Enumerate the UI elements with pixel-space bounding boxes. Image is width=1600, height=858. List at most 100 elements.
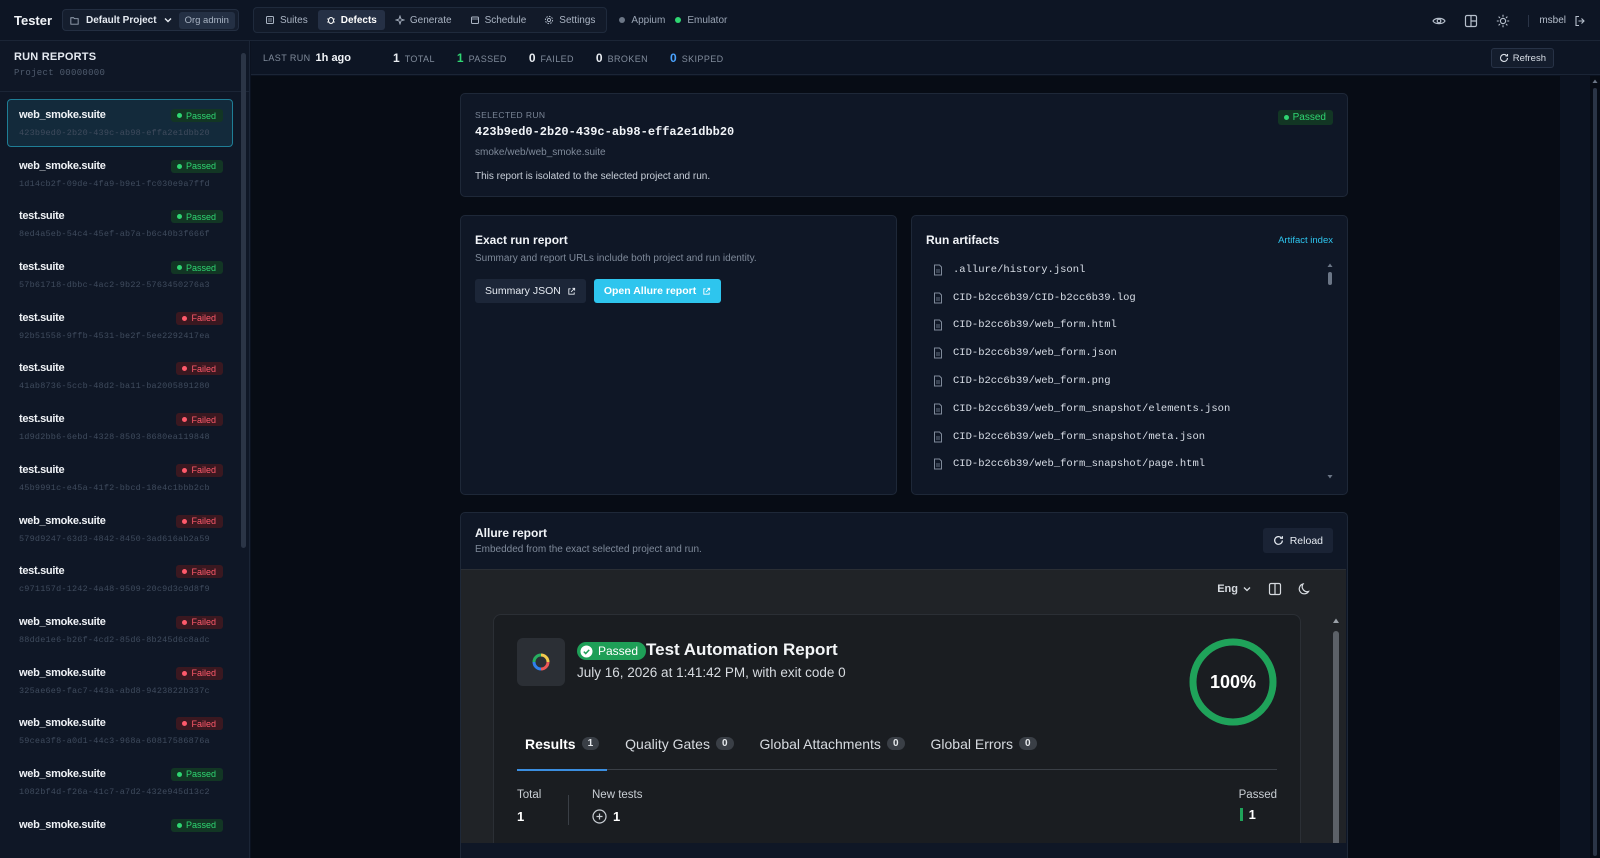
run-list-item[interactable]: web_smoke.suite 325ae6e9-fac7-443a-abd8-9… <box>7 657 233 705</box>
allure-tab-quality-gates[interactable]: Quality Gates 0 <box>617 718 741 770</box>
run-list-item[interactable]: web_smoke.suite 59cea3f8-a0d1-44c3-968a-6… <box>7 707 233 755</box>
calendar-icon <box>470 16 479 24</box>
panel-layout-icon[interactable] <box>1464 14 1478 28</box>
run-status-badge: Passed <box>170 767 223 781</box>
run-status-badge: Failed <box>176 413 223 427</box>
selected-run-status-badge: Passed <box>1277 110 1333 125</box>
allure-report-subtitle: Embedded from the exact selected project… <box>475 544 702 555</box>
run-list-item[interactable]: test.suite c971157d-1242-4a48-9509-20c9d3… <box>7 555 233 603</box>
run-id: 92b51558-9ffb-4531-be2f-5ee2292417ea <box>19 330 210 341</box>
run-list-item[interactable]: web_smoke.suite 423b9ed0-2b20-439c-ab98-e… <box>7 99 233 147</box>
run-list-item[interactable]: web_smoke.suite 1d14cb2f-09de-4fa9-b9e1-f… <box>7 150 233 198</box>
appium-status-dot <box>619 17 626 23</box>
run-id: 59cea3f8-a0d1-44c3-968a-60817586876a <box>19 736 210 747</box>
appium-label: Appium <box>631 14 666 26</box>
artifact-item[interactable]: CID-b2cc6b39/web_form_snapshot/elements.… <box>933 395 1318 423</box>
language-selector[interactable]: Eng <box>1217 583 1252 595</box>
allure-status-badge: Passed <box>577 642 647 660</box>
artifact-item[interactable]: CID-b2cc6b39/web_form.json <box>933 339 1318 367</box>
chevron-down-icon <box>164 18 172 23</box>
run-list-item[interactable]: test.suite 1d9d2bb6-6ebd-4328-8503-8680ea… <box>7 403 233 451</box>
run-status-badge: Failed <box>176 463 223 477</box>
moon-icon[interactable] <box>1298 582 1312 596</box>
run-status-badge: Failed <box>176 615 223 629</box>
brand-logo[interactable]: Tester <box>14 13 62 28</box>
stat-counters: 1 TOTAL 1 PASSED 0 FAILED 0 BROKEN 0 SKIPPED <box>351 51 724 65</box>
nav-settings[interactable]: Settings <box>536 10 603 30</box>
allure-report-title: Allure report <box>475 526 548 540</box>
selected-run-note: This report is isolated to the selected … <box>475 171 711 182</box>
run-list: web_smoke.suite 423b9ed0-2b20-439c-ab98-e… <box>7 99 233 858</box>
metric-divider <box>568 795 569 825</box>
sun-icon[interactable] <box>1496 14 1510 28</box>
project-selector[interactable]: Default Project Org admin <box>62 9 239 31</box>
run-id: c971157d-1242-4a48-9509-20c9d3c9d8f9 <box>19 584 210 595</box>
emulator-status-dot <box>675 17 682 23</box>
run-list-item[interactable]: test.suite 8ed4a5eb-54c4-45ef-ab7a-b6c40b… <box>7 200 233 248</box>
selected-run-path: smoke/web/web_smoke.suite <box>475 147 606 158</box>
run-status-badge: Passed <box>170 261 223 275</box>
run-id: 423b9ed0-2b20-439c-ab98-effa2e1dbb20 <box>19 128 210 138</box>
run-summary-bar: LAST RUN 1h ago 1 TOTAL 1 PASSED 0 FAILED 0 BRO… <box>251 41 1600 75</box>
layout-toggle-icon[interactable] <box>1268 582 1282 596</box>
sidebar-scrollbar[interactable] <box>241 53 246 548</box>
passed-bar <box>1239 808 1243 821</box>
external-link-icon <box>703 287 711 295</box>
device-status: Appium Emulator <box>619 15 727 26</box>
allure-tab-global-errors[interactable]: Global Errors 0 <box>923 718 1045 770</box>
top-bar: Tester Default Project Org admin Suites … <box>0 0 1600 41</box>
main-content: SELECTED RUN 423b9ed0-2b20-439c-ab98-eff… <box>251 76 1560 858</box>
run-list-item[interactable]: test.suite 45b9991c-e45a-41f2-bbcd-18e4c1… <box>7 454 233 502</box>
refresh-button[interactable]: Refresh <box>1490 48 1554 68</box>
chevron-down-icon <box>1243 587 1251 592</box>
main-scrollbar[interactable] <box>1590 76 1600 858</box>
allure-frame-scrollbar[interactable] <box>1332 616 1340 843</box>
allure-tab-results[interactable]: Results 1 <box>517 718 608 771</box>
run-id: 579d9247-63d3-4842-8450-3ad616ab2a59 <box>19 533 210 544</box>
run-list-item[interactable]: test.suite 41ab8736-5ccb-48d2-ba11-ba2005… <box>7 352 233 400</box>
run-id: 1d9d2bb6-6ebd-4328-8503-8680ea119848 <box>19 432 210 443</box>
allure-toolbar: Eng <box>1217 582 1312 596</box>
selected-run-card: SELECTED RUN 423b9ed0-2b20-439c-ab98-eff… <box>460 93 1348 197</box>
run-status-badge: Failed <box>176 565 223 579</box>
reload-button[interactable]: Reload <box>1262 528 1333 553</box>
open-allure-report-button[interactable]: Open Allure report <box>593 279 722 303</box>
eye-icon[interactable] <box>1432 14 1447 28</box>
user-menu[interactable]: msbel <box>1528 14 1586 27</box>
logout-icon[interactable] <box>1574 15 1586 27</box>
file-icon <box>934 431 942 443</box>
artifact-item[interactable]: CID-b2cc6b39/web_form_snapshot/page.html <box>933 451 1318 479</box>
artifact-item[interactable]: CID-b2cc6b39/web_form_snapshot/meta.json <box>933 423 1318 451</box>
run-list-item[interactable]: web_smoke.suite Passed <box>7 809 233 857</box>
artifact-scrollbar[interactable] <box>1327 262 1333 487</box>
report-actions: Summary JSON Open Allure report <box>475 279 722 303</box>
artifact-item[interactable]: CID-b2cc6b39/web_form.png <box>933 367 1318 395</box>
file-icon <box>934 347 942 359</box>
nav-schedule[interactable]: Schedule <box>462 10 535 30</box>
artifact-item[interactable]: CID-b2cc6b39/CID-b2cc6b39.log <box>933 284 1318 312</box>
nav-defects[interactable]: Defects <box>317 10 385 30</box>
run-list-item[interactable]: web_smoke.suite 579d9247-63d3-4842-8450-3… <box>7 505 233 553</box>
run-status-badge: Failed <box>176 717 223 731</box>
nav-generate[interactable]: Generate <box>387 10 460 30</box>
run-id: 1d14cb2f-09de-4fa9-b9e1-fc030e9a7ffd <box>19 178 210 189</box>
folder-icon <box>70 16 79 25</box>
metric-passed: Passed 1 <box>1238 789 1277 822</box>
run-list-item[interactable]: test.suite 92b51558-9ffb-4531-be2f-5ee229… <box>7 302 233 350</box>
allure-tabs: Results 1 Quality Gates 0 Global Attachments… <box>517 718 1277 771</box>
sidebar-header: RUN REPORTS Project 00000000 <box>0 41 249 92</box>
run-list-item[interactable]: web_smoke.suite 88dde1e6-b26f-4cd2-85d6-8… <box>7 606 233 654</box>
artifact-item[interactable]: CID-b2cc6b39/web_form.html <box>933 312 1318 340</box>
refresh-icon <box>1499 53 1508 62</box>
artifact-item[interactable]: .allure/history.jsonl <box>933 256 1318 284</box>
artifact-index-link[interactable]: Artifact index <box>1278 235 1333 246</box>
exact-run-report-title: Exact run report <box>475 233 568 247</box>
nav-suites[interactable]: Suites <box>257 10 316 30</box>
run-list-item[interactable]: test.suite 57b61718-dbbc-4ac2-9b22-576345… <box>7 251 233 299</box>
selected-run-label: SELECTED RUN <box>475 110 546 120</box>
allure-tab-global-attachments[interactable]: Global Attachments 0 <box>752 718 913 770</box>
last-run-label: LAST RUN <box>263 52 311 63</box>
summary-json-button[interactable]: Summary JSON <box>475 279 586 303</box>
run-status-badge: Passed <box>170 159 223 173</box>
run-list-item[interactable]: web_smoke.suite 1082bf4d-f26a-41c7-a7d2-4… <box>7 758 233 806</box>
